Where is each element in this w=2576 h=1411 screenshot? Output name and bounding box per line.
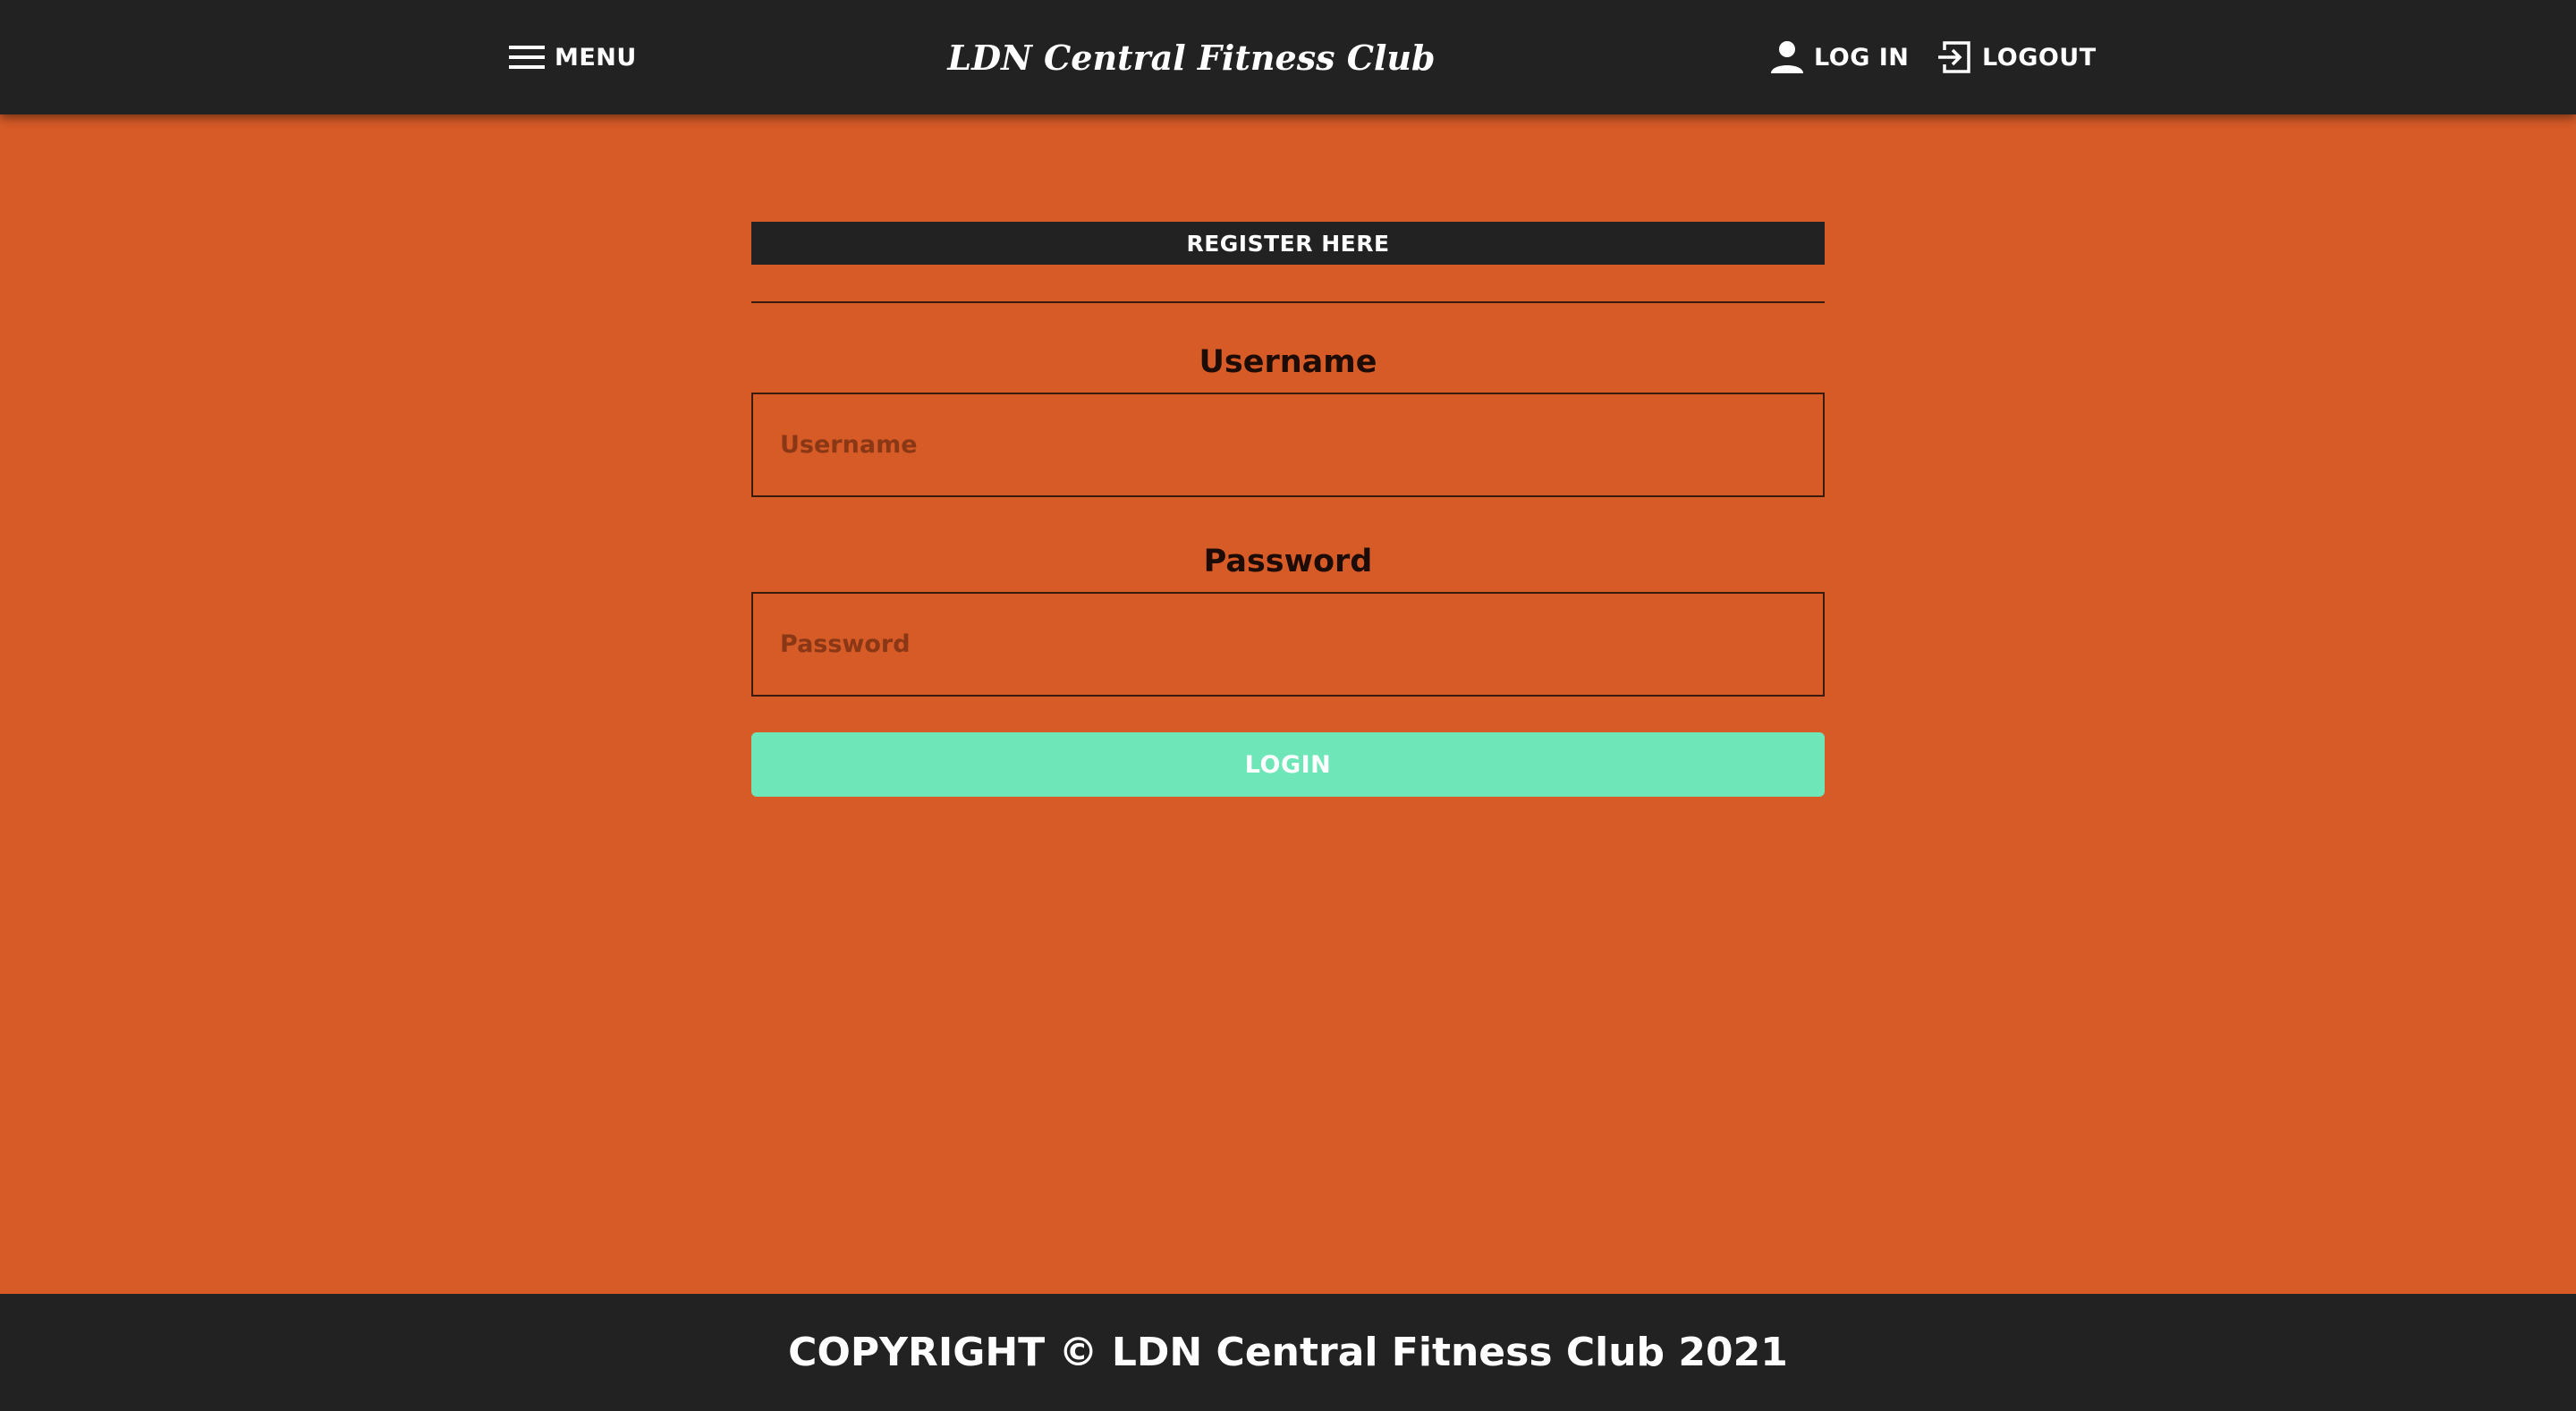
logout-nav-label: LOGOUT: [1982, 43, 2097, 72]
username-input[interactable]: [751, 393, 1825, 497]
copyright-text: COPYRIGHT © LDN Central Fitness Club 202…: [788, 1330, 1788, 1375]
login-form: REGISTER HERE Username Password LOGIN: [751, 222, 1825, 797]
logout-icon: [1936, 38, 1973, 76]
footer: COPYRIGHT © LDN Central Fitness Club 202…: [0, 1294, 2576, 1411]
login-nav-link[interactable]: LOG IN: [1769, 0, 1909, 114]
username-label: Username: [1199, 344, 1377, 380]
top-navbar: MENU LDN Central Fitness Club LOG IN LOG…: [0, 0, 2576, 114]
user-icon: [1769, 39, 1805, 75]
form-divider: [751, 301, 1825, 303]
password-label: Password: [1203, 544, 1373, 579]
password-input[interactable]: [751, 592, 1825, 697]
login-button[interactable]: LOGIN: [751, 732, 1825, 797]
register-button[interactable]: REGISTER HERE: [751, 222, 1825, 265]
login-nav-label: LOG IN: [1814, 43, 1910, 72]
logout-nav-link[interactable]: LOGOUT: [1936, 0, 2097, 114]
